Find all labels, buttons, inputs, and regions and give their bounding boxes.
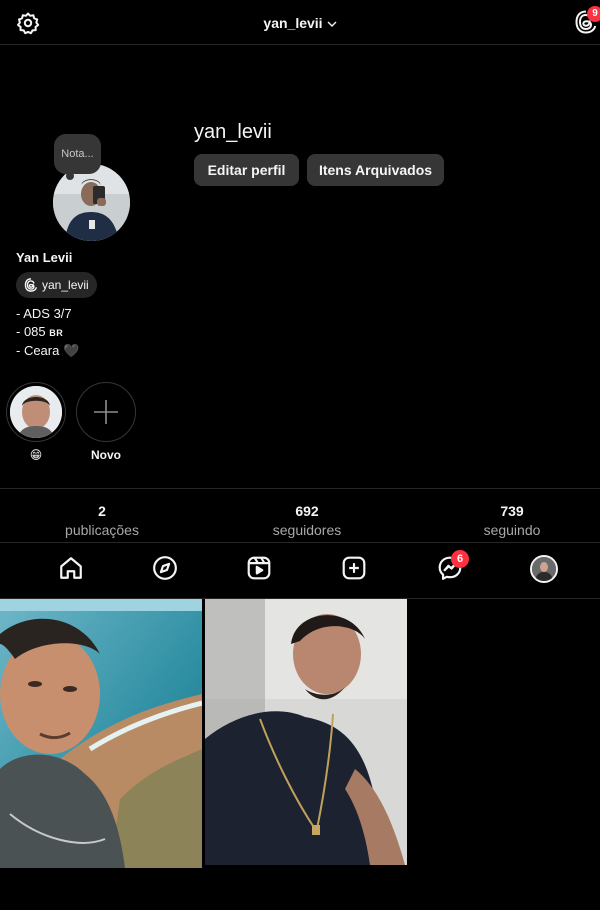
highlight-label: Novo — [91, 448, 121, 462]
profile-avatar[interactable] — [53, 164, 130, 241]
bio-line-3: - Ceara 🖤 — [16, 343, 80, 358]
archived-items-button[interactable]: Itens Arquivados — [307, 154, 444, 186]
create-icon[interactable] — [341, 555, 367, 581]
bio-line-2: - 085 BR — [16, 324, 64, 339]
note-bubble[interactable]: Nota... — [54, 134, 101, 180]
threads-notification-badge: 9 — [587, 6, 600, 22]
messenger-icon[interactable]: 6 — [437, 550, 469, 581]
profile-stats: 2 publicações 692 seguidores 739 seguind… — [0, 488, 600, 543]
bio: - ADS 3/7 - 085 BR - Ceara 🖤 — [16, 305, 79, 360]
threads-icon — [24, 278, 38, 292]
threads-handle-text: yan_levii — [42, 278, 89, 292]
threads-handle-chip[interactable]: yan_levii — [16, 272, 97, 298]
header-username-text: yan_levii — [263, 15, 323, 31]
messages-notification-badge: 6 — [451, 550, 469, 568]
chevron-down-icon — [327, 14, 337, 30]
followers-count[interactable]: 692 seguidores — [227, 503, 387, 541]
new-highlight-button[interactable]: Novo — [76, 382, 136, 462]
reels-icon[interactable] — [246, 555, 272, 581]
explore-icon[interactable] — [152, 555, 178, 581]
highlight-label: 😁 — [29, 448, 43, 462]
highlight-cover — [10, 386, 62, 438]
bio-line-1: - ADS 3/7 — [16, 306, 72, 321]
home-icon[interactable] — [58, 555, 84, 581]
top-bar: yan_levii 9 — [0, 0, 600, 45]
post-thumbnail[interactable] — [0, 599, 202, 868]
bottom-nav: 6 — [0, 543, 600, 599]
profile-avatar-nav[interactable] — [530, 555, 558, 583]
flag-br: BR — [49, 328, 64, 338]
highlight-item[interactable]: 😁 — [6, 382, 66, 462]
following-count[interactable]: 739 seguindo — [432, 503, 592, 541]
post-thumbnail[interactable] — [205, 599, 407, 865]
threads-icon[interactable]: 9 — [575, 6, 600, 36]
posts-count[interactable]: 2 publicações — [22, 503, 182, 541]
display-name: Yan Levii — [16, 250, 73, 265]
header-username[interactable]: yan_levii — [0, 14, 600, 31]
edit-profile-button[interactable]: Editar perfil — [194, 154, 299, 186]
plus-icon — [94, 400, 118, 424]
profile-username: yan_levii — [194, 121, 272, 143]
black-heart-emoji: 🖤 — [62, 343, 80, 358]
